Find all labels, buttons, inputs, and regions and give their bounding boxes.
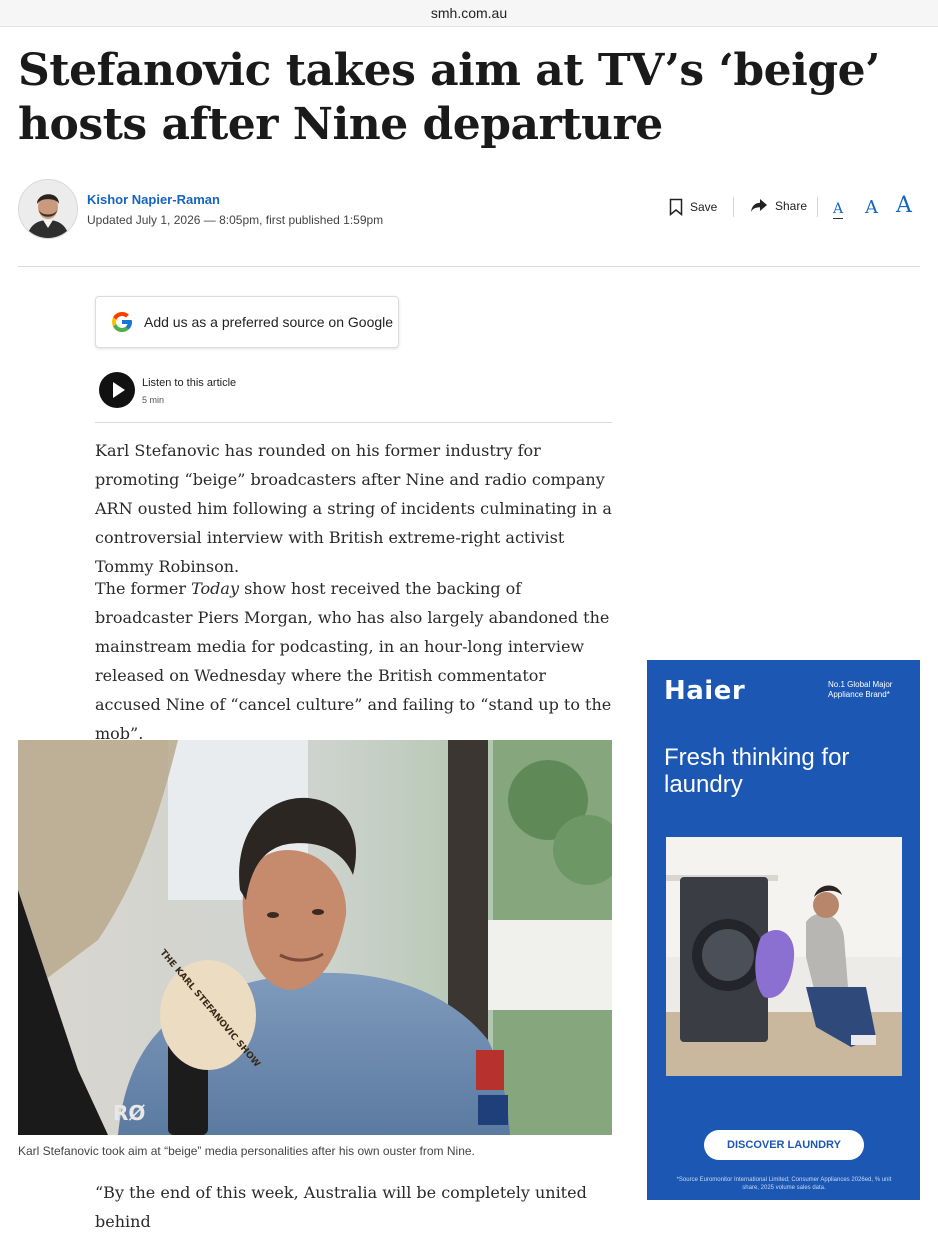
- font-size-small-button[interactable]: A: [833, 201, 844, 219]
- advertisement-banner[interactable]: Haier No.1 Global Major Appliance Brand*…: [647, 660, 920, 1200]
- font-size-large-button[interactable]: A: [896, 193, 912, 218]
- google-g-icon: [112, 312, 132, 332]
- header-divider: [18, 266, 920, 267]
- divider: [817, 197, 818, 217]
- hero-caption: Karl Stefanovic took aim at “beige” medi…: [18, 1144, 475, 1158]
- ad-brand-logo: Haier: [664, 676, 746, 706]
- ad-laundry-photo: [666, 837, 902, 1076]
- ad-fine-print: *Source Euromonitor International Limite…: [676, 1177, 892, 1191]
- article-paragraph: “By the end of this week, Australia will…: [95, 1183, 587, 1231]
- show-name-italic: Today: [191, 579, 239, 598]
- hero-photo: THE KARL STEFANOVIC SHOW RØ: [18, 740, 612, 1135]
- url-text: smh.com.au: [430, 5, 508, 21]
- ad-image: [666, 837, 902, 1076]
- ad-headline: Fresh thinking for laundry: [664, 744, 850, 798]
- bookmark-icon: [669, 198, 683, 216]
- discover-laundry-button[interactable]: DISCOVER LAUNDRY: [704, 1130, 864, 1160]
- article-tools: Save Share A A A: [0, 193, 938, 221]
- save-label: Save: [690, 200, 718, 214]
- article-headline: Stefanovic takes aim at TV’s ‘beige’ hos…: [18, 45, 880, 150]
- google-preferred-source-button[interactable]: Add us as a preferred source on Google: [95, 296, 399, 348]
- article-paragraph: The former Today show host received the …: [95, 574, 615, 748]
- share-arrow-icon: [751, 199, 767, 212]
- address-bar[interactable]: smh.com.au: [0, 0, 938, 27]
- font-size-medium-button[interactable]: A: [865, 197, 878, 218]
- listen-to-article: Listen to this article 5 min: [99, 372, 612, 422]
- share-button[interactable]: Share: [750, 198, 807, 213]
- article-paragraph: Karl Stefanovic has rounded on his forme…: [95, 441, 612, 576]
- ad-tagline: No.1 Global Major Appliance Brand*: [828, 680, 893, 699]
- share-label: Share: [775, 198, 808, 213]
- mic-stand-logo: RØ: [113, 1101, 145, 1125]
- play-icon[interactable]: [99, 372, 135, 408]
- paragraph-text: The former: [95, 579, 192, 598]
- google-preferred-source-label: Add us as a preferred source on Google: [144, 314, 394, 330]
- hero-image[interactable]: THE KARL STEFANOVIC SHOW RØ: [18, 740, 612, 1135]
- listen-divider: [95, 422, 612, 423]
- divider: [733, 197, 734, 217]
- listen-title: Listen to this article: [142, 377, 237, 389]
- listen-duration: 5 min: [142, 395, 165, 405]
- save-button[interactable]: Save: [669, 198, 717, 216]
- paragraph-text: show host received the backing of broadc…: [95, 579, 612, 743]
